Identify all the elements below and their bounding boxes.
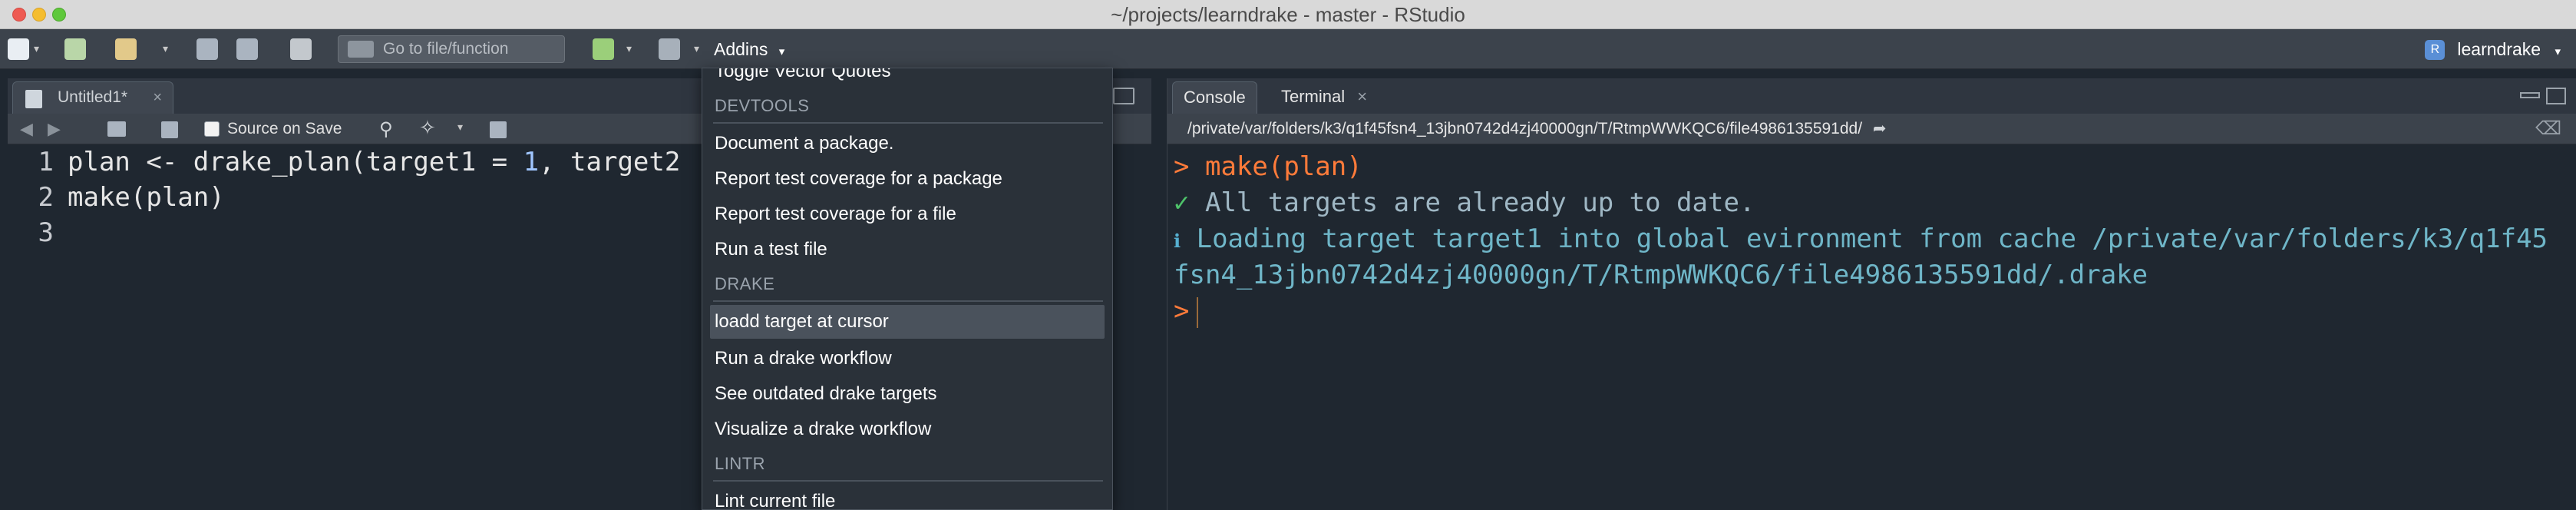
- menu-separator: [713, 480, 1103, 482]
- chevron-down-icon[interactable]: ▾: [34, 43, 39, 55]
- line-number: 2: [38, 182, 54, 213]
- project-label: learndrake: [2457, 39, 2541, 59]
- close-tab-icon[interactable]: ×: [153, 82, 162, 113]
- code-text: make(plan): [68, 182, 225, 213]
- menu-item-run-test-file[interactable]: Run a test file: [710, 233, 1105, 267]
- menu-section-drake: DRAKE: [715, 274, 775, 293]
- tab-label: Terminal: [1281, 87, 1346, 106]
- console-tab-bar: Console Terminal ×: [1167, 78, 2576, 114]
- console-line: fsn4_13jbn0742d4zj40000gn/T/RtmpWWKQC6/f…: [1174, 257, 2571, 293]
- console-command: make(plan): [1204, 151, 1362, 182]
- search-icon[interactable]: ⚲: [379, 118, 393, 140]
- checkbox-icon: [204, 121, 220, 137]
- back-arrow-icon[interactable]: ◀: [20, 120, 33, 139]
- menu-separator: [713, 300, 1103, 302]
- new-project-icon[interactable]: [64, 38, 86, 60]
- chevron-down-icon: ▾: [2555, 45, 2561, 58]
- check-icon: ✓: [1174, 187, 1190, 218]
- menu-item-document-package[interactable]: Document a package.: [710, 127, 1105, 161]
- menu-item-toggle-vector-quotes[interactable]: Toggle Vector Quotes: [710, 68, 1105, 88]
- window-title: ~/projects/learndrake - master - RStudio: [1111, 3, 1465, 26]
- print-icon[interactable]: [290, 38, 312, 60]
- clear-console-icon[interactable]: ⌫: [2535, 114, 2561, 144]
- line-number: 3: [38, 217, 54, 248]
- compile-report-icon[interactable]: [490, 121, 507, 138]
- arrow-right-icon: [348, 41, 374, 58]
- r-file-icon: [25, 90, 42, 108]
- console-line: >: [1174, 293, 2571, 330]
- tab-untitled1[interactable]: Untitled1* ×: [12, 81, 173, 114]
- tab-label: Console: [1184, 88, 1246, 107]
- console-prompt: >: [1174, 296, 1190, 326]
- forward-arrow-icon[interactable]: ▶: [48, 120, 61, 139]
- source-on-save-label: Source on Save: [227, 120, 342, 137]
- menu-item-see-outdated-targets[interactable]: See outdated drake targets: [710, 377, 1105, 411]
- save-icon[interactable]: [197, 38, 218, 60]
- text-cursor: [1197, 296, 1199, 328]
- console-message: fsn4_13jbn0742d4zj40000gn/T/RtmpWWKQC6/f…: [1174, 260, 2148, 290]
- line-number: 1: [38, 147, 54, 177]
- chevron-down-icon[interactable]: ▾: [163, 43, 168, 55]
- chevron-down-icon[interactable]: ▾: [457, 121, 463, 134]
- menu-item-loadd-target-at-cursor[interactable]: loadd target at cursor: [710, 305, 1105, 339]
- version-control-icon[interactable]: [593, 38, 614, 60]
- tab-console[interactable]: Console: [1172, 81, 1257, 114]
- working-directory-bar: /private/var/folders/k3/q1f45fsn4_13jbn0…: [1167, 114, 2576, 144]
- r-project-icon: R: [2425, 40, 2446, 60]
- new-file-icon[interactable]: [8, 38, 29, 60]
- chevron-down-icon[interactable]: ▾: [626, 43, 632, 55]
- menu-item-run-drake-workflow[interactable]: Run a drake workflow: [710, 342, 1105, 376]
- console-message: All targets are already up to date.: [1204, 187, 1755, 218]
- close-tab-icon[interactable]: ×: [1357, 87, 1367, 106]
- console-message: Loading target target1 into global eviro…: [1196, 224, 2548, 254]
- menu-item-visualize-drake-workflow[interactable]: Visualize a drake workflow: [710, 412, 1105, 446]
- pane-layout-icon[interactable]: [659, 38, 680, 60]
- minimize-pane-icon[interactable]: [2520, 92, 2540, 98]
- menu-item-report-coverage-file[interactable]: Report test coverage for a file: [710, 197, 1105, 231]
- save-all-icon[interactable]: [236, 38, 258, 60]
- save-icon[interactable]: [161, 121, 178, 138]
- main-toolbar: ▾ ▾ Go to file/function ▾ ▾ Addins ▾ R l…: [0, 29, 2576, 69]
- open-file-icon[interactable]: [115, 38, 137, 60]
- maximize-pane-icon[interactable]: [2546, 88, 2566, 104]
- console-output[interactable]: > make(plan) ✓ All targets are already u…: [1174, 149, 2571, 330]
- chevron-down-icon[interactable]: ▾: [694, 43, 699, 55]
- console-pane: Console Terminal × /private/var/folders/…: [1167, 78, 2576, 510]
- addins-menu-button[interactable]: Addins ▾: [714, 29, 784, 69]
- console-line: ℹ Loading target target1 into global evi…: [1174, 221, 2571, 257]
- working-directory-path: /private/var/folders/k3/q1f45fsn4_13jbn0…: [1187, 120, 1863, 137]
- go-to-file-input[interactable]: Go to file/function: [338, 35, 565, 63]
- tab-terminal[interactable]: Terminal ×: [1270, 81, 1378, 114]
- addins-label: Addins: [714, 39, 768, 59]
- console-prompt: >: [1174, 151, 1190, 182]
- menu-separator: [713, 122, 1103, 124]
- chevron-down-icon: ▾: [778, 45, 785, 58]
- show-in-window-icon[interactable]: [107, 121, 126, 137]
- maximize-pane-icon[interactable]: [1113, 88, 1134, 104]
- info-icon: ℹ: [1174, 230, 1181, 252]
- console-line: > make(plan): [1174, 149, 2571, 185]
- addins-dropdown-menu: Toggle Vector Quotes DEVTOOLS Document a…: [702, 68, 1113, 510]
- menu-item-lint-current-file[interactable]: Lint current file: [710, 485, 1105, 509]
- code-text: , target2: [539, 147, 681, 177]
- menu-item-report-coverage-package[interactable]: Report test coverage for a package: [710, 162, 1105, 196]
- project-menu-button[interactable]: R learndrake ▾: [2425, 29, 2561, 69]
- code-text: plan <- drake_plan(target1 =: [68, 147, 523, 177]
- window-titlebar: ~/projects/learndrake - master - RStudio: [0, 0, 2576, 29]
- go-to-file-placeholder: Go to file/function: [383, 40, 509, 58]
- menu-section-devtools: DEVTOOLS: [715, 96, 810, 115]
- code-number-literal: 1: [523, 147, 540, 177]
- tab-label: Untitled1*: [58, 88, 128, 106]
- menu-section-lintr: LINTR: [715, 454, 766, 473]
- go-to-directory-icon[interactable]: ➦: [1873, 120, 1887, 137]
- magic-wand-icon[interactable]: ✧: [419, 117, 436, 140]
- source-on-save-checkbox[interactable]: Source on Save: [204, 114, 342, 144]
- console-line: ✓ All targets are already up to date.: [1174, 185, 2571, 221]
